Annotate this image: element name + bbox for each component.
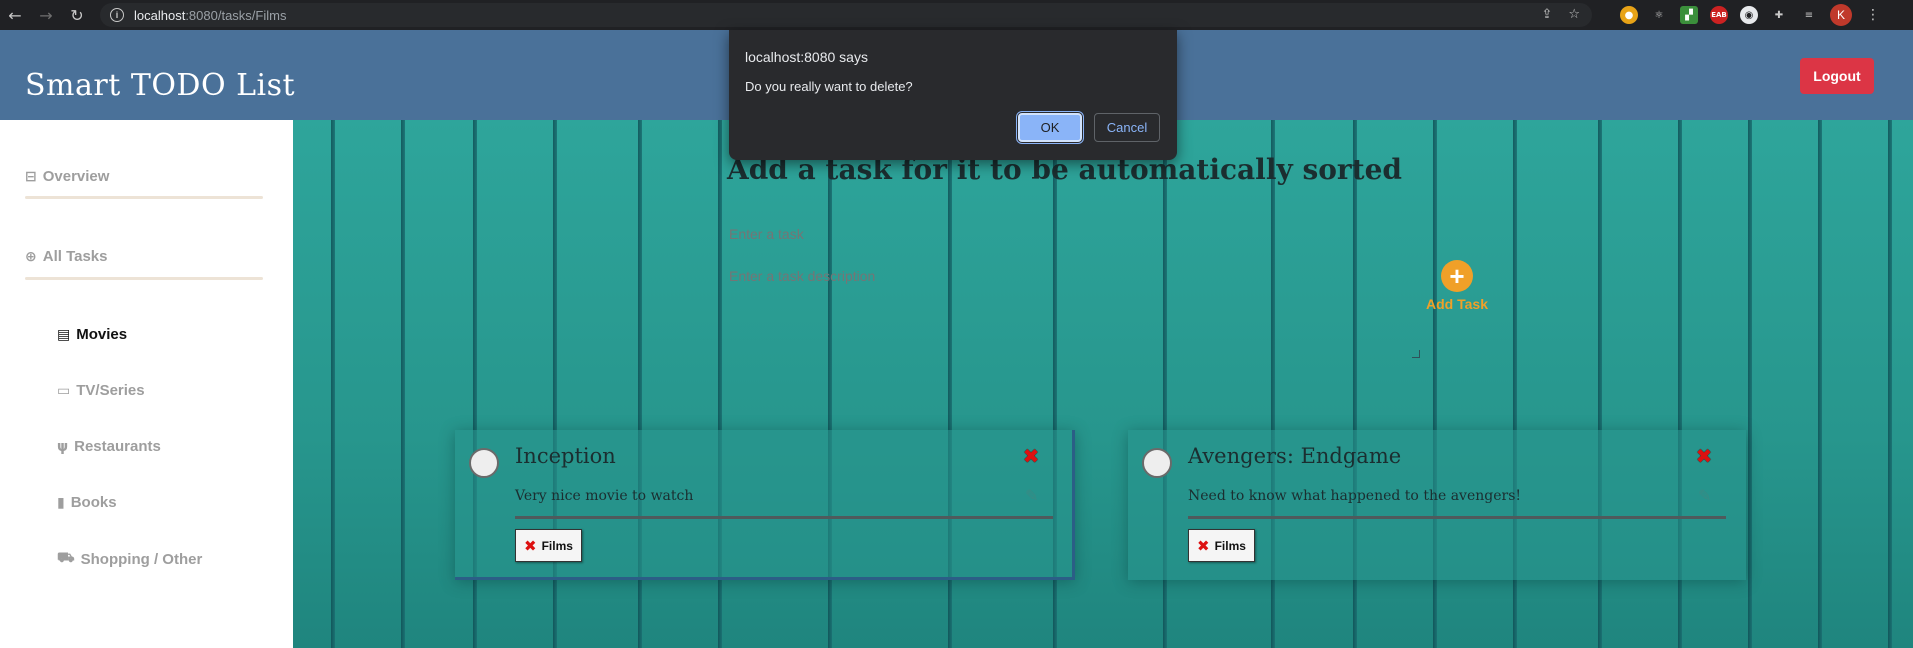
task-description-input[interactable] xyxy=(729,268,1269,358)
plank-seam xyxy=(1748,120,1752,648)
bookmark-star-icon[interactable]: ☆ xyxy=(1568,7,1580,22)
sidebar-item-label: Shopping / Other xyxy=(80,550,203,568)
reload-icon[interactable]: ↻ xyxy=(64,2,90,28)
add-task-label: Add Task xyxy=(1426,296,1488,312)
complete-task-toggle[interactable] xyxy=(469,448,499,478)
remove-tag-x-icon[interactable]: ✖ xyxy=(524,537,537,555)
divider xyxy=(25,196,263,199)
cancel-button[interactable]: Cancel xyxy=(1094,113,1160,142)
divider xyxy=(25,277,263,280)
textarea-resize-handle[interactable] xyxy=(1412,350,1420,358)
plank-seam xyxy=(1888,120,1892,648)
globe-icon: ⊕ xyxy=(25,248,37,265)
category-tag[interactable]: ✖ Films xyxy=(1188,529,1255,562)
brand-title[interactable]: Smart TODO List xyxy=(25,68,295,103)
url-path: :8080/tasks/Films xyxy=(185,7,287,23)
back-icon[interactable]: ← xyxy=(2,2,28,28)
edit-icon[interactable]: ✎ xyxy=(1025,486,1038,505)
inbox-icon: ⊟ xyxy=(25,168,37,185)
sidebar-item-movies[interactable]: ▤ Movies xyxy=(57,326,127,343)
extensions-bar: ● ⚛ ▞ EAB ◉ ✚ ≡ K ⋮ xyxy=(1620,3,1882,27)
task-description: Need to know what happened to the avenge… xyxy=(1188,488,1521,504)
sidebar-item-overview[interactable]: ⊟ Overview xyxy=(25,168,109,185)
divider xyxy=(1188,516,1726,519)
sidebar-item-books[interactable]: ▮ Books xyxy=(57,494,117,511)
confirm-dialog: localhost:8080 says Do you really want t… xyxy=(729,30,1177,160)
ok-button[interactable]: OK xyxy=(1016,111,1084,144)
tv-icon: ▭ xyxy=(57,382,71,399)
book-icon: ▮ xyxy=(57,494,65,511)
sidebar-item-restaurants[interactable]: ψ Restaurants xyxy=(57,438,161,455)
plank-seam xyxy=(401,120,405,648)
sidebar-item-label: Movies xyxy=(76,326,128,343)
sidebar-item-shopping-other[interactable]: ⛟ Shopping / Other xyxy=(57,550,202,568)
task-card: Inception ✖ Very nice movie to watch ✎ ✖… xyxy=(455,430,1075,580)
sidebar-item-label: TV/Series xyxy=(76,382,145,399)
logout-button[interactable]: Logout xyxy=(1800,58,1874,94)
avatar[interactable]: K xyxy=(1830,4,1852,26)
browser-toolbar: ← → ↻ i localhost:8080/tasks/Films ⇪ ☆ ●… xyxy=(0,0,1913,30)
sidebar-item-label: Overview xyxy=(42,168,110,185)
plank-seam xyxy=(331,120,335,648)
sidebar: ⊟ Overview ⊕ All Tasks ▤ Movies ▭ TV/Ser… xyxy=(0,120,293,648)
sidebar-item-all-tasks[interactable]: ⊕ All Tasks xyxy=(25,248,108,265)
task-input[interactable] xyxy=(729,222,1269,246)
complete-task-toggle[interactable] xyxy=(1142,448,1172,478)
dialog-message: Do you really want to delete? xyxy=(745,79,913,94)
tag-label: Films xyxy=(541,538,573,553)
add-task-button[interactable]: + Add Task xyxy=(1425,260,1489,312)
task-description: Very nice movie to watch xyxy=(515,488,694,504)
task-title: Inception xyxy=(515,444,616,468)
dialog-title: localhost:8080 says xyxy=(745,49,868,65)
extension-1-icon[interactable]: ● xyxy=(1620,6,1638,24)
react-devtools-icon[interactable]: ⚛ xyxy=(1650,6,1668,24)
remove-tag-x-icon[interactable]: ✖ xyxy=(1197,537,1210,555)
sidebar-item-label: Restaurants xyxy=(74,438,161,455)
address-bar[interactable]: i localhost:8080/tasks/Films ⇪ ☆ xyxy=(100,3,1592,27)
plus-circle-icon: + xyxy=(1441,260,1473,292)
sidebar-item-label: All Tasks xyxy=(42,248,108,265)
forward-icon[interactable]: → xyxy=(33,2,59,28)
divider xyxy=(515,516,1053,519)
cart-icon: ⛟ xyxy=(57,550,75,566)
extension-3-icon[interactable]: ▞ xyxy=(1680,6,1698,24)
kebab-menu-icon[interactable]: ⋮ xyxy=(1864,6,1882,24)
puzzle-icon[interactable]: ✚ xyxy=(1770,6,1788,24)
task-title: Avengers: Endgame xyxy=(1188,444,1402,468)
category-tag[interactable]: ✖ Films xyxy=(515,529,582,562)
sidebar-item-tv-series[interactable]: ▭ TV/Series xyxy=(57,382,145,399)
edit-icon[interactable]: ✎ xyxy=(1698,486,1711,505)
film-icon: ▤ xyxy=(57,326,71,343)
tag-label: Films xyxy=(1214,538,1246,553)
extension-eab-icon[interactable]: EAB xyxy=(1710,6,1728,24)
task-card: Avengers: Endgame ✖ Need to know what ha… xyxy=(1128,430,1746,580)
plank-seam xyxy=(1818,120,1822,648)
delete-x-icon[interactable]: ✖ xyxy=(1021,446,1041,466)
extension-5-icon[interactable]: ◉ xyxy=(1740,6,1758,24)
delete-x-icon[interactable]: ✖ xyxy=(1694,446,1714,466)
share-icon[interactable]: ⇪ xyxy=(1541,7,1552,22)
url-host: localhost xyxy=(134,7,186,23)
sidebar-item-label: Books xyxy=(70,494,117,511)
info-icon[interactable]: i xyxy=(110,8,124,22)
reading-list-icon[interactable]: ≡ xyxy=(1800,6,1818,24)
utensils-icon: ψ xyxy=(57,438,69,455)
